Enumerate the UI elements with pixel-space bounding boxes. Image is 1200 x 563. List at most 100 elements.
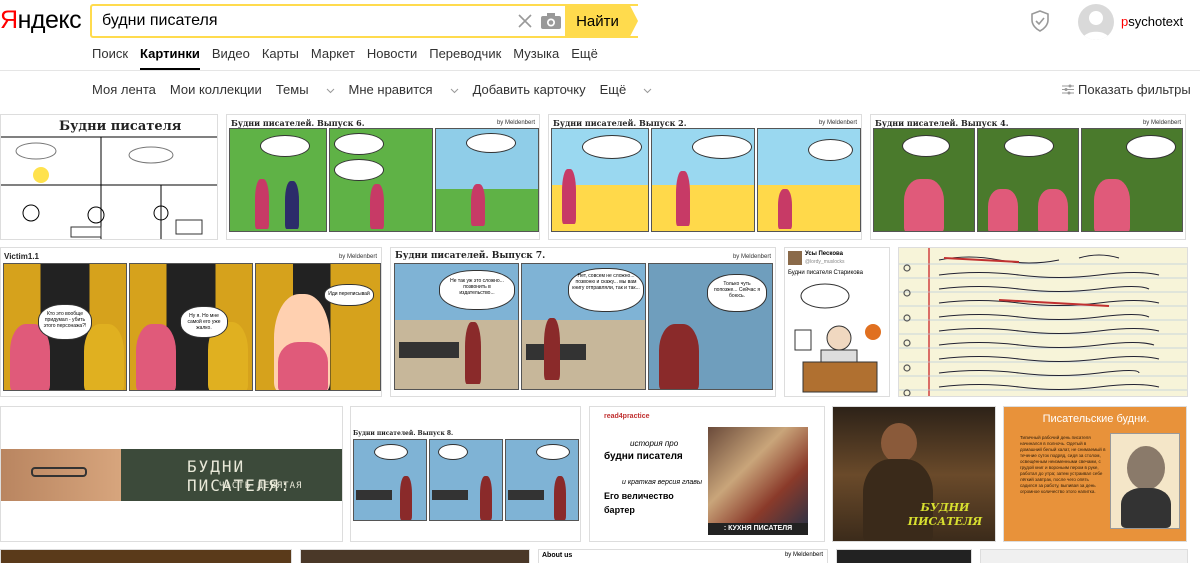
service-maps[interactable]: Карты bbox=[262, 46, 299, 62]
topics-label: Темы bbox=[275, 82, 309, 97]
image-result-2[interactable]: Будни писателей. Выпуск 6. by Meldenbert bbox=[226, 114, 540, 240]
service-video[interactable]: Видео bbox=[212, 46, 250, 62]
chevron-down-icon bbox=[450, 88, 458, 94]
image-result-10[interactable]: Будни писателей. Выпуск 8. bbox=[350, 406, 581, 542]
promo-line: и краткая версия главы bbox=[622, 479, 703, 486]
comic-panel: Только чуть попозже... Сейчас я боюсь. bbox=[648, 263, 773, 390]
camera-icon[interactable] bbox=[540, 12, 562, 30]
image-result-1[interactable]: Будни писателя bbox=[0, 114, 218, 240]
image-result-13[interactable]: Писательские будни. Типичный рабочий ден… bbox=[1003, 406, 1187, 542]
image-result-7[interactable]: Усы Пескова @lordy_muslocks Будни писате… bbox=[784, 247, 890, 397]
image-result-9[interactable]: БУДНИ ПИСАТЕЛЯ: ЧАСТЬ ДЕВЯТАЯ bbox=[0, 406, 343, 542]
comic-panel: Нет, совсем не сложно... позвоню и скажу… bbox=[521, 263, 646, 390]
more-dropdown[interactable]: Ещё bbox=[600, 82, 653, 97]
likes-label: Мне нравится bbox=[348, 82, 433, 97]
filters-icon bbox=[1062, 84, 1074, 95]
image-result-17[interactable] bbox=[836, 549, 972, 563]
search-input[interactable] bbox=[92, 7, 502, 35]
character-head bbox=[881, 423, 917, 463]
service-market[interactable]: Маркет bbox=[311, 46, 355, 62]
logo-text: ндекс bbox=[17, 6, 82, 34]
banner-subtext: ЧАСТЬ ДЕВЯТАЯ bbox=[219, 481, 303, 491]
comic-panel bbox=[651, 128, 755, 232]
slide-body: Типичный рабочий день писателя начинался… bbox=[1020, 435, 1106, 494]
logo-letter: Я bbox=[0, 6, 18, 34]
speech-text: Ну я. Но мне самой его уже жалко. bbox=[187, 313, 221, 331]
clear-icon[interactable] bbox=[516, 12, 534, 30]
username-rest: sychotext bbox=[1128, 14, 1184, 29]
service-more[interactable]: Ещё bbox=[571, 46, 598, 62]
image-title: Будни писателей. Выпуск 2. bbox=[553, 118, 687, 128]
promo-chapter: Его величество bbox=[604, 491, 674, 501]
chevron-down-icon bbox=[326, 88, 334, 94]
image-result-14[interactable] bbox=[0, 549, 292, 563]
banner-strip: БУДНИ ПИСАТЕЛЯ: ЧАСТЬ ДЕВЯТАЯ bbox=[1, 449, 342, 501]
cartoon-writer-image bbox=[794, 283, 881, 393]
user-silhouette-icon bbox=[1082, 11, 1110, 40]
tweet-author: Усы Пескова bbox=[805, 251, 843, 257]
show-filters-button[interactable]: Показать фильтры bbox=[1062, 82, 1191, 97]
comic-author: by Meldenbert bbox=[732, 254, 771, 260]
image-result-11[interactable]: read4practice история про будни писателя… bbox=[589, 406, 825, 542]
image-result-5[interactable]: Victim1.1 by Meldenbert Кто это вообще п… bbox=[0, 247, 382, 397]
promo-line: история про bbox=[630, 439, 679, 448]
comic-panel: Ну я. Но мне самой его уже жалко. bbox=[129, 263, 253, 391]
event-photo bbox=[708, 427, 808, 523]
speech-text: Иди переписывай bbox=[328, 291, 370, 297]
likes-dropdown[interactable]: Мне нравится bbox=[349, 82, 459, 97]
find-button[interactable]: Найти bbox=[565, 4, 638, 38]
filters-label: Показать фильтры bbox=[1078, 82, 1191, 97]
handwritten-notes-image bbox=[899, 248, 1187, 396]
more-label: Ещё bbox=[599, 82, 627, 97]
yandex-logo[interactable]: Яндекс bbox=[0, 6, 82, 35]
speech-text: Только чуть попозже... Сейчас я боюсь. bbox=[713, 281, 761, 299]
image-result-4[interactable]: Будни писателей. Выпуск 4. by Meldenbert bbox=[870, 114, 1186, 240]
image-title: Будни писателей. Выпуск 6. bbox=[231, 118, 365, 128]
comic-panel bbox=[551, 128, 649, 232]
comic-panel bbox=[505, 439, 579, 521]
service-images[interactable]: Картинки bbox=[140, 46, 200, 70]
site-logo: read4practice bbox=[604, 413, 650, 420]
topics-dropdown[interactable]: Темы bbox=[276, 82, 335, 97]
slide-title: Писательские будни. bbox=[1042, 413, 1150, 425]
my-feed-link[interactable]: Моя лента bbox=[92, 82, 156, 97]
comic-author: by Meldenbert bbox=[1142, 120, 1181, 126]
service-search[interactable]: Поиск bbox=[92, 46, 128, 62]
chevron-down-icon bbox=[643, 88, 652, 94]
image-title: Victim1.1 bbox=[4, 252, 39, 261]
service-music[interactable]: Музыка bbox=[513, 46, 559, 62]
comic-panel bbox=[353, 439, 427, 521]
comic-panel: Иди переписывай bbox=[255, 263, 381, 391]
comic-panel bbox=[1081, 128, 1183, 232]
image-result-18[interactable] bbox=[980, 549, 1188, 563]
comic-author: by Meldenbert bbox=[338, 254, 377, 260]
divider bbox=[0, 70, 1200, 71]
speech-text: Не так уж это сложно... позвонить в изда… bbox=[450, 278, 504, 296]
promo-title: будни писателя bbox=[604, 451, 683, 462]
image-result-8[interactable] bbox=[898, 247, 1188, 397]
comic-panel bbox=[873, 128, 975, 232]
image-result-16[interactable]: About us by Meldenbert bbox=[538, 549, 828, 563]
speech-text: Кто это вообще придумал - убить этого пе… bbox=[43, 311, 87, 329]
promo-chapter: бартер bbox=[604, 505, 635, 515]
service-translate[interactable]: Переводчик bbox=[429, 46, 501, 62]
image-title: Будни писателей. Выпуск 8. bbox=[353, 430, 454, 437]
comic-panel bbox=[757, 128, 861, 232]
tweet-handle: @lordy_muslocks bbox=[805, 259, 845, 265]
image-result-3[interactable]: Будни писателей. Выпуск 2. by Meldenbert bbox=[548, 114, 862, 240]
add-card-link[interactable]: Добавить карточку bbox=[473, 82, 586, 97]
character-face bbox=[1, 449, 121, 501]
service-news[interactable]: Новости bbox=[367, 46, 417, 62]
image-result-12[interactable]: БУДНИ ПИСАТЕЛЯ bbox=[832, 406, 996, 542]
my-collections-link[interactable]: Мои коллекции bbox=[170, 82, 262, 97]
avatar[interactable] bbox=[1078, 4, 1114, 40]
comic-panel bbox=[977, 128, 1079, 232]
image-result-6[interactable]: Будни писателей. Выпуск 7. by Meldenbert… bbox=[390, 247, 776, 397]
shield-icon[interactable] bbox=[1030, 10, 1050, 32]
promo-banner: : КУХНЯ ПИСАТЕЛЯ bbox=[708, 523, 808, 535]
username[interactable]: psychotext bbox=[1121, 14, 1183, 29]
image-result-15[interactable] bbox=[300, 549, 530, 563]
tweet-caption: Будни писателя Старикова bbox=[788, 270, 864, 276]
comic-panel bbox=[429, 439, 503, 521]
search-box[interactable] bbox=[90, 4, 638, 38]
